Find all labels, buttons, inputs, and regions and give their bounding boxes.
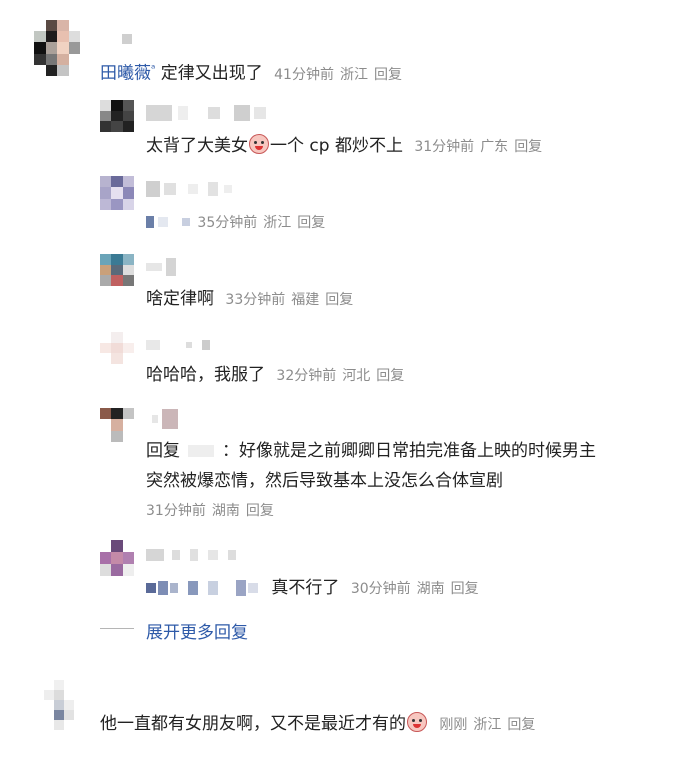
comment-text: 啥定律啊 (146, 289, 214, 309)
commenter-name[interactable]: 田曦薇 (100, 64, 151, 84)
reply-button[interactable]: 回复 (246, 503, 274, 519)
bottom-comment: 他一直都有女朋友啊，又不是最近才有的 刚刚 浙江 回复 (100, 712, 535, 736)
reply-button[interactable]: 回复 (514, 139, 542, 155)
blurred-username (146, 583, 156, 593)
comment-location: 浙江 (473, 717, 502, 733)
avatar[interactable] (100, 176, 134, 210)
blurred-username (188, 445, 214, 457)
laughing-crying-emoji-icon (407, 712, 427, 732)
avatar[interactable] (100, 332, 134, 364)
comment-text: 真不行了 (271, 578, 340, 598)
comment-text: ：好像就是之前卿卿日常拍完准备上映的时候男主 (222, 441, 596, 461)
comment-text: 他一直都有女朋友啊，又不是最近才有的 (100, 714, 406, 734)
crying-emoji-icon (249, 134, 269, 154)
avatar[interactable] (44, 680, 74, 730)
comment-time: 35分钟前 (197, 215, 258, 231)
reply-button[interactable]: 回复 (325, 292, 353, 308)
blurred-decoration (122, 34, 132, 44)
comment-location: 广东 (480, 139, 509, 155)
comment-time: 33分钟前 (225, 292, 286, 308)
avatar[interactable] (100, 408, 134, 442)
comment-location: 湖南 (211, 503, 240, 519)
expand-more-replies-link[interactable]: 展开更多回复 (146, 618, 248, 643)
comment-location: 浙江 (263, 215, 292, 231)
reply-button[interactable]: 回复 (297, 215, 325, 231)
reply-comment: 35分钟前 浙江 回复 (146, 211, 325, 234)
comment-time: 31分钟前 (146, 503, 206, 519)
reply-comment: 真不行了 30分钟前 湖南 回复 (146, 577, 479, 600)
reply-comment: 啥定律啊 33分钟前 福建 回复 (146, 288, 353, 311)
comment-location: 浙江 (339, 66, 368, 83)
blurred-username (146, 102, 266, 121)
blurred-text (146, 216, 154, 228)
comment-text-line2: 突然被爆恋情，然后导致基本上没怎么合体宣剧 (146, 471, 503, 491)
blurred-username (146, 334, 210, 353)
avatar[interactable] (100, 100, 134, 132)
comment-location: 湖南 (416, 581, 445, 597)
reply-comment: 哈哈哈，我服了 32分钟前 河北 回复 (146, 364, 404, 387)
reply-button[interactable]: 回复 (376, 368, 404, 384)
reply-button[interactable]: 回复 (451, 581, 479, 597)
comment-time: 31分钟前 (414, 139, 475, 155)
comment-text: 一个 cp 都炒不上 (270, 136, 403, 156)
reply-button[interactable]: 回复 (507, 717, 535, 733)
expand-divider (100, 628, 134, 629)
user-badge-icon: ᵃ (151, 62, 156, 75)
blurred-username (152, 408, 178, 429)
comment-text: 太背了大美女 (146, 136, 248, 156)
comment-time: 刚刚 (439, 717, 468, 733)
reply-comment: 太背了大美女 一个 cp 都炒不上 31分钟前 广东 回复 (146, 134, 542, 158)
reply-to-label: 回复 (146, 441, 180, 461)
reply-comment: 回复 ：好像就是之前卿卿日常拍完准备上映的时候男主 突然被爆恋情，然后导致基本上没… (146, 436, 596, 526)
blurred-username (146, 178, 232, 197)
avatar[interactable] (100, 540, 134, 576)
comment-text: 哈哈哈，我服了 (146, 365, 265, 385)
top-comment: 田曦薇ᵃ 定律又出现了 41分钟前 浙江 回复 (100, 58, 402, 86)
comment-time: 41分钟前 (274, 66, 334, 83)
comment-time: 30分钟前 (350, 581, 411, 597)
avatar[interactable] (100, 254, 134, 286)
comment-location: 河北 (342, 368, 371, 384)
comment-text: 定律又出现了 (160, 63, 263, 84)
comment-location: 福建 (291, 292, 320, 308)
avatar[interactable] (34, 20, 80, 76)
blurred-username (146, 544, 236, 563)
comment-time: 32分钟前 (276, 368, 337, 384)
reply-button[interactable]: 回复 (374, 67, 402, 83)
blurred-username (146, 256, 176, 276)
